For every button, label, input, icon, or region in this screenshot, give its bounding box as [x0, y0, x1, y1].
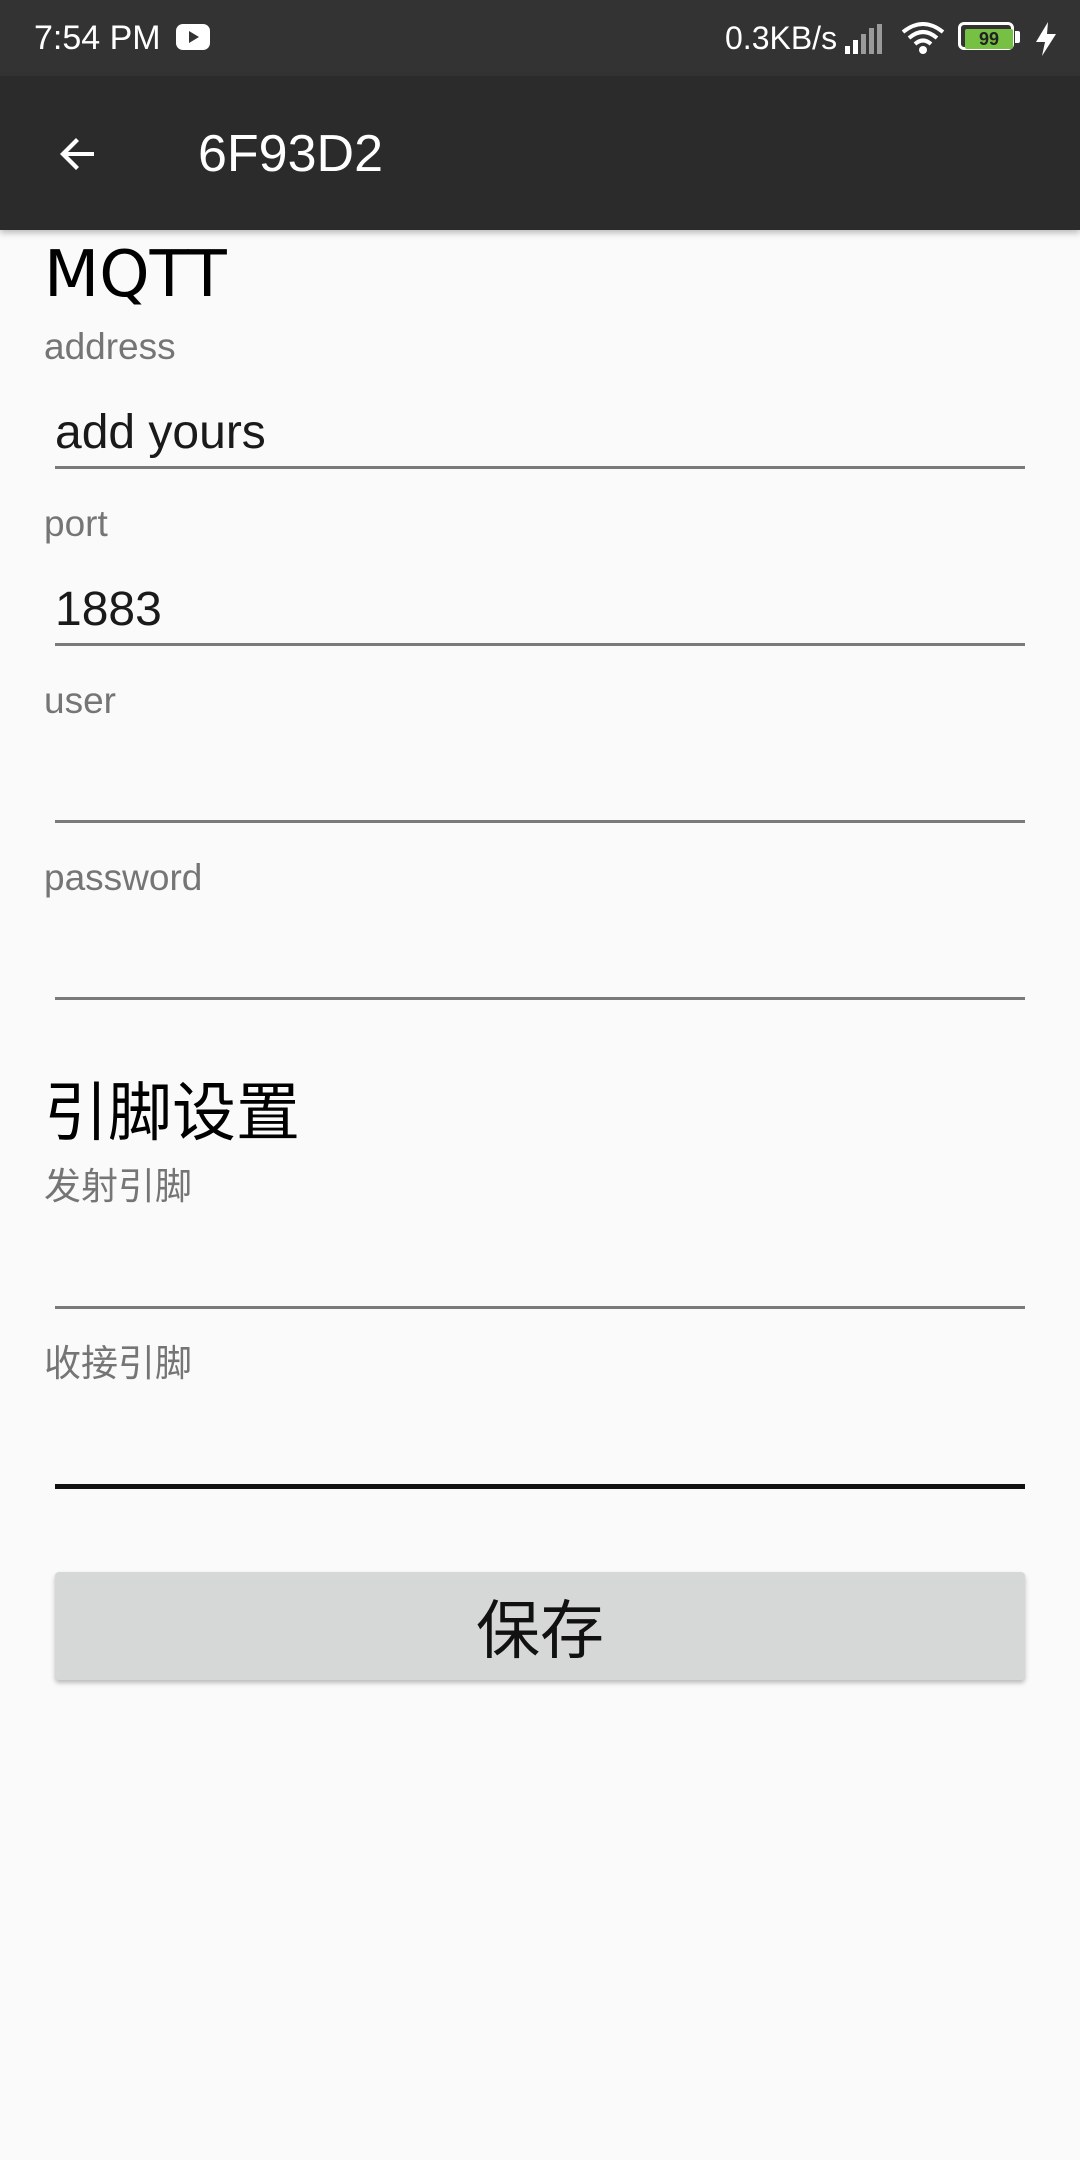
battery-icon: 99 [958, 22, 1028, 54]
tx-pin-input[interactable] [55, 1239, 1025, 1309]
app-bar: 6F93D2 [0, 76, 1080, 230]
user-input[interactable] [55, 753, 1025, 823]
status-bar: 7:54 PM 0.3KB/s 99 [0, 0, 1080, 76]
arrow-back-icon [60, 138, 94, 170]
wifi-icon [901, 22, 945, 54]
address-input[interactable] [55, 399, 1025, 469]
save-button[interactable]: 保存 [55, 1572, 1025, 1680]
pin-settings-section-title: 引脚设置 [44, 1077, 300, 1151]
port-label: port [44, 503, 108, 544]
rx-pin-label: 收接引脚 [44, 1343, 192, 1384]
password-input[interactable] [55, 930, 1025, 1000]
status-time: 7:54 PM [34, 19, 161, 57]
back-button[interactable] [40, 116, 116, 192]
battery-level: 99 [965, 29, 1013, 49]
port-input[interactable] [55, 576, 1025, 646]
page-title: 6F93D2 [198, 125, 383, 183]
password-label: password [44, 857, 203, 898]
tx-pin-label: 发射引脚 [44, 1166, 192, 1207]
youtube-icon [176, 24, 210, 50]
user-label: user [44, 680, 116, 721]
address-label: address [44, 326, 176, 367]
charging-bolt-icon [1036, 22, 1056, 56]
signal-icon [845, 24, 882, 54]
mqtt-section-title: MQTT [44, 238, 227, 312]
rx-pin-input[interactable] [55, 1419, 1025, 1489]
network-speed: 0.3KB/s [725, 20, 838, 56]
